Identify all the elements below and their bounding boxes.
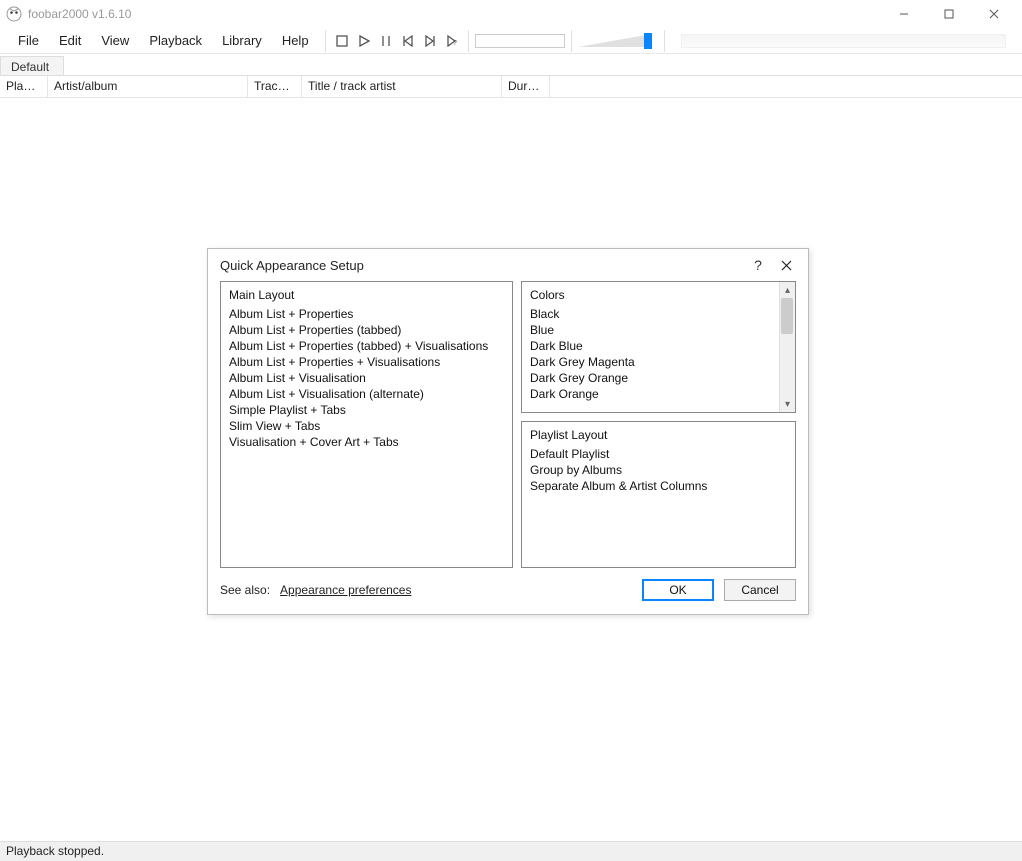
next-button[interactable]	[420, 31, 440, 51]
menu-file[interactable]: File	[8, 29, 49, 52]
stop-button[interactable]	[332, 31, 352, 51]
main-layout-panel[interactable]: Main Layout Album List + Properties Albu…	[220, 281, 513, 568]
layout-option[interactable]: Visualisation + Cover Art + Tabs	[229, 434, 504, 450]
playlist-layout-heading: Playlist Layout	[530, 428, 787, 442]
scroll-down-icon[interactable]: ▾	[780, 396, 796, 412]
seekbar[interactable]	[475, 34, 565, 48]
playlist-layout-panel[interactable]: Playlist Layout Default Playlist Group b…	[521, 421, 796, 568]
colors-heading: Colors	[530, 288, 787, 302]
layout-option[interactable]: Album List + Properties (tabbed) + Visua…	[229, 338, 504, 354]
app-icon	[6, 6, 22, 22]
separator	[325, 30, 326, 52]
dialog-title: Quick Appearance Setup	[220, 258, 364, 273]
col-track[interactable]: Track ...	[248, 76, 302, 97]
statusbar: Playback stopped.	[0, 841, 1022, 861]
titlebar: foobar2000 v1.6.10	[0, 0, 1022, 28]
col-title[interactable]: Title / track artist	[302, 76, 502, 97]
col-artist-album[interactable]: Artist/album	[48, 76, 248, 97]
colors-panel[interactable]: Colors Black Blue Dark Blue Dark Grey Ma…	[521, 281, 796, 413]
separator	[664, 30, 665, 52]
svg-text:?: ?	[453, 40, 457, 47]
ok-button[interactable]: OK	[642, 579, 714, 601]
minimize-button[interactable]	[881, 0, 926, 28]
menu-help[interactable]: Help	[272, 29, 319, 52]
dialog-titlebar: Quick Appearance Setup ?	[208, 249, 808, 281]
dialog-help-button[interactable]: ?	[744, 251, 772, 279]
status-text: Playback stopped.	[6, 844, 104, 858]
appearance-preferences-link[interactable]: Appearance preferences	[280, 583, 411, 597]
playlist-layout-option[interactable]: Default Playlist	[530, 446, 787, 462]
separator	[468, 30, 469, 52]
layout-option[interactable]: Simple Playlist + Tabs	[229, 402, 504, 418]
layout-option[interactable]: Album List + Properties (tabbed)	[229, 322, 504, 338]
tab-default[interactable]: Default	[0, 56, 64, 75]
playlist-layout-option[interactable]: Separate Album & Artist Columns	[530, 478, 787, 494]
dialog-close-button[interactable]	[772, 251, 800, 279]
layout-option[interactable]: Album List + Properties + Visualisations	[229, 354, 504, 370]
dialog-body: Main Layout Album List + Properties Albu…	[208, 281, 808, 574]
column-headers: Playi... Artist/album Track ... Title / …	[0, 76, 1022, 98]
dialog-footer: See also: Appearance preferences OK Canc…	[208, 574, 808, 614]
colors-scrollbar[interactable]: ▴ ▾	[779, 282, 795, 412]
menu-library[interactable]: Library	[212, 29, 272, 52]
scroll-thumb[interactable]	[781, 298, 793, 334]
col-duration[interactable]: Dura...	[502, 76, 550, 97]
window-title: foobar2000 v1.6.10	[28, 7, 881, 21]
cancel-button[interactable]: Cancel	[724, 579, 796, 601]
playlist-tabs: Default	[0, 54, 1022, 76]
progress-bar[interactable]	[681, 34, 1006, 48]
close-button[interactable]	[971, 0, 1016, 28]
volume-slider[interactable]	[578, 33, 658, 49]
color-option[interactable]: Blue	[530, 322, 787, 338]
window-controls	[881, 0, 1016, 28]
play-button[interactable]	[354, 31, 374, 51]
prev-button[interactable]	[398, 31, 418, 51]
color-option[interactable]: Black	[530, 306, 787, 322]
menu-playback[interactable]: Playback	[139, 29, 212, 52]
pause-button[interactable]	[376, 31, 396, 51]
quick-appearance-dialog: Quick Appearance Setup ? Main Layout Alb…	[207, 248, 809, 615]
layout-option[interactable]: Album List + Properties	[229, 306, 504, 322]
layout-option[interactable]: Album List + Visualisation (alternate)	[229, 386, 504, 402]
menu-edit[interactable]: Edit	[49, 29, 91, 52]
layout-option[interactable]: Slim View + Tabs	[229, 418, 504, 434]
menu-view[interactable]: View	[91, 29, 139, 52]
scroll-up-icon[interactable]: ▴	[780, 282, 796, 298]
separator	[571, 30, 572, 52]
layout-option[interactable]: Album List + Visualisation	[229, 370, 504, 386]
menubar: File Edit View Playback Library Help ?	[0, 28, 1022, 54]
transport-controls: ?	[332, 31, 462, 51]
color-option[interactable]: Dark Orange	[530, 386, 787, 402]
color-option[interactable]: Dark Blue	[530, 338, 787, 354]
main-layout-heading: Main Layout	[229, 288, 504, 302]
col-playing[interactable]: Playi...	[0, 76, 48, 97]
maximize-button[interactable]	[926, 0, 971, 28]
random-button[interactable]: ?	[442, 31, 462, 51]
color-option[interactable]: Dark Grey Orange	[530, 370, 787, 386]
playlist-layout-option[interactable]: Group by Albums	[530, 462, 787, 478]
color-option[interactable]: Dark Grey Magenta	[530, 354, 787, 370]
see-also-label: See also:	[220, 583, 270, 597]
